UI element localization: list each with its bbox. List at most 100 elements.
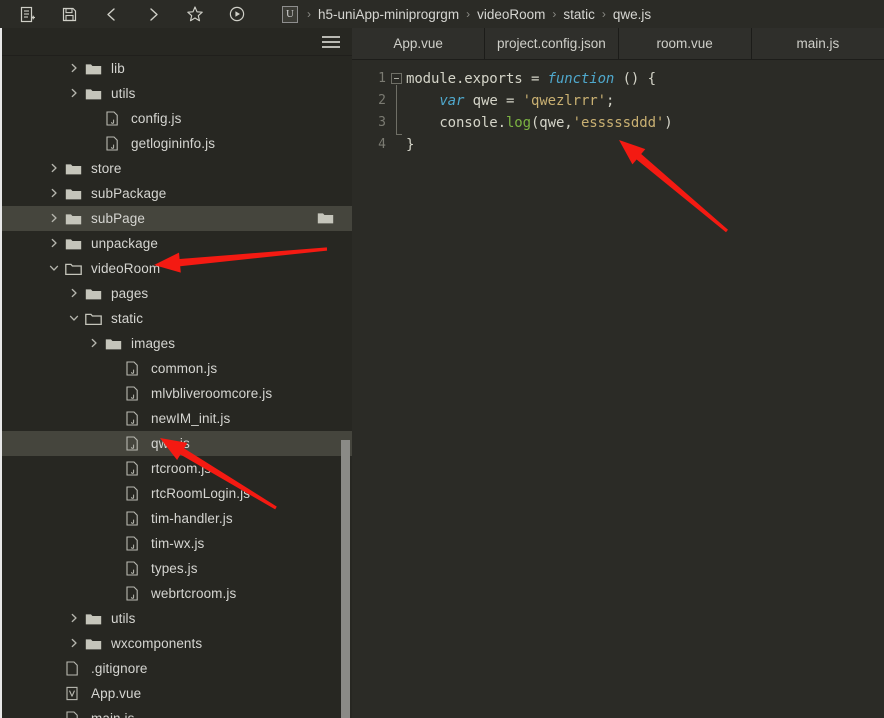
tree-item-getlogininfo-js[interactable]: getlogininfo.js <box>2 131 352 156</box>
breadcrumb: U › h5-uniApp-miniprogrgm › videoRoom › … <box>282 1 651 27</box>
tree-item-label: static <box>111 311 144 326</box>
tree-item-lib[interactable]: lib <box>2 56 352 81</box>
tree-item-tim-wx-js[interactable]: tim-wx.js <box>2 531 352 556</box>
back-icon[interactable] <box>90 1 132 27</box>
sidebar-scrollbar[interactable] <box>341 440 350 718</box>
chevron-right-icon[interactable] <box>68 287 82 301</box>
tree-item-webrtcroom-js[interactable]: webrtcroom.js <box>2 581 352 606</box>
tree-item-label: types.js <box>151 561 198 576</box>
code-line[interactable]: } <box>406 134 884 156</box>
line-number: 2 <box>378 93 386 108</box>
hamburger-menu-icon[interactable] <box>322 36 340 48</box>
folder-icon <box>65 161 83 177</box>
chevron-right-icon[interactable] <box>68 87 82 101</box>
code-token: (qwe, <box>530 115 573 131</box>
folder-icon <box>105 336 123 352</box>
chevron-right-icon[interactable] <box>48 187 62 201</box>
tree-item-store[interactable]: store <box>2 156 352 181</box>
tree-item-label: .gitignore <box>91 661 148 676</box>
tree-item-config-js[interactable]: config.js <box>2 106 352 131</box>
tree-item-label: tim-wx.js <box>151 536 205 551</box>
project-sidebar: lib utils config.js getlogininfo.js store sub… <box>0 28 352 718</box>
tree-item-wxcomponents[interactable]: wxcomponents <box>2 631 352 656</box>
code-token: function <box>547 71 615 87</box>
tree-item-newim-init-js[interactable]: newIM_init.js <box>2 406 352 431</box>
code-line[interactable]: var qwe = 'qwezlrrr'; <box>406 90 884 112</box>
favorite-star-icon[interactable] <box>174 1 216 27</box>
tree-item-label: images <box>131 336 176 351</box>
chevron-right-icon[interactable] <box>88 337 102 351</box>
chevron-right-icon[interactable] <box>68 62 82 76</box>
fold-guide-line <box>396 85 397 134</box>
editor-tab-main-js[interactable]: main.js <box>751 28 884 59</box>
breadcrumb-item-static[interactable]: static <box>563 7 595 22</box>
tree-item-app-vue[interactable]: App.vue <box>2 681 352 706</box>
code-token: () { <box>614 71 656 87</box>
code-area[interactable]: 1 2 3 4 module.exports = function () { var … <box>352 60 884 718</box>
breadcrumb-separator: › <box>601 7 606 21</box>
new-file-icon[interactable] <box>6 1 48 27</box>
chevron-down-icon[interactable] <box>48 262 62 276</box>
uniapp-logo-icon: U <box>282 5 298 23</box>
tree-item-utils[interactable]: utils <box>2 81 352 106</box>
folder-icon <box>65 236 83 252</box>
chevron-right-icon[interactable] <box>48 237 62 251</box>
tree-item-videoroom[interactable]: videoRoom <box>2 256 352 281</box>
tree-item-subpage[interactable]: subPage <box>2 206 352 231</box>
editor-tab-room-vue[interactable]: room.vue <box>618 28 752 59</box>
tree-item-common-js[interactable]: common.js <box>2 356 352 381</box>
folder-icon <box>85 611 103 627</box>
editor-tab-project-config-json[interactable]: project.config.json <box>485 28 619 59</box>
chevron-right-icon[interactable] <box>48 162 62 176</box>
tree-item-unpackage[interactable]: unpackage <box>2 231 352 256</box>
breadcrumb-separator: › <box>466 7 471 21</box>
fold-guide-foot <box>396 134 402 135</box>
tree-item-tim-handler-js[interactable]: tim-handler.js <box>2 506 352 531</box>
tree-item-utils[interactable]: utils <box>2 606 352 631</box>
row-folder-badge-icon <box>317 211 334 228</box>
code-token: } <box>406 137 415 153</box>
tree-item-label: lib <box>111 61 125 76</box>
tree-item-label: newIM_init.js <box>151 411 231 426</box>
breadcrumb-item-project[interactable]: h5-uniApp-miniprogrgm <box>318 7 459 22</box>
tree-item--gitignore[interactable]: .gitignore <box>2 656 352 681</box>
tree-item-rtcroom-js[interactable]: rtcroom.js <box>2 456 352 481</box>
breadcrumb-item-videoroom[interactable]: videoRoom <box>477 7 545 22</box>
line-number: 1 <box>378 71 386 86</box>
line-number-gutter: 1 2 3 4 <box>352 68 390 718</box>
folder-icon <box>65 186 83 202</box>
js-icon <box>65 711 83 718</box>
editor-tab-app-vue[interactable]: App.vue <box>352 28 486 59</box>
chevron-right-icon[interactable] <box>48 212 62 226</box>
code-token: ; <box>605 93 615 109</box>
tree-item-rtcroomlogin-js[interactable]: rtcRoomLogin.js <box>2 481 352 506</box>
tree-item-mlvbliveroomcore-js[interactable]: mlvbliveroomcore.js <box>2 381 352 406</box>
chevron-right-icon[interactable] <box>68 637 82 651</box>
tree-item-static[interactable]: static <box>2 306 352 331</box>
forward-icon[interactable] <box>132 1 174 27</box>
fold-collapse-icon[interactable] <box>391 73 402 84</box>
editor-tab-label: App.vue <box>393 36 443 51</box>
chevron-right-icon[interactable] <box>68 612 82 626</box>
tree-item-main-js[interactable]: main.js <box>2 706 352 718</box>
code-line[interactable]: console.log(qwe,'esssssddd') <box>406 112 884 134</box>
line-number: 4 <box>378 137 386 152</box>
tree-item-subpackage[interactable]: subPackage <box>2 181 352 206</box>
code-line[interactable]: module.exports = function () { <box>406 68 884 90</box>
tree-item-pages[interactable]: pages <box>2 281 352 306</box>
save-icon[interactable] <box>48 1 90 27</box>
tree-item-types-js[interactable]: types.js <box>2 556 352 581</box>
tree-item-qwe-js[interactable]: qwe.js <box>2 431 352 456</box>
code-content[interactable]: module.exports = function () { var qwe =… <box>406 68 884 718</box>
run-icon[interactable] <box>216 1 258 27</box>
breadcrumb-item-file[interactable]: qwe.js <box>613 7 651 22</box>
tree-item-label: utils <box>111 86 136 101</box>
js-icon <box>125 411 143 427</box>
folder-icon <box>85 86 103 102</box>
code-token: var <box>439 93 465 109</box>
chevron-down-icon[interactable] <box>68 312 82 326</box>
tree-item-images[interactable]: images <box>2 331 352 356</box>
code-fold-column[interactable] <box>390 68 406 718</box>
code-token: qwe <box>464 93 506 109</box>
